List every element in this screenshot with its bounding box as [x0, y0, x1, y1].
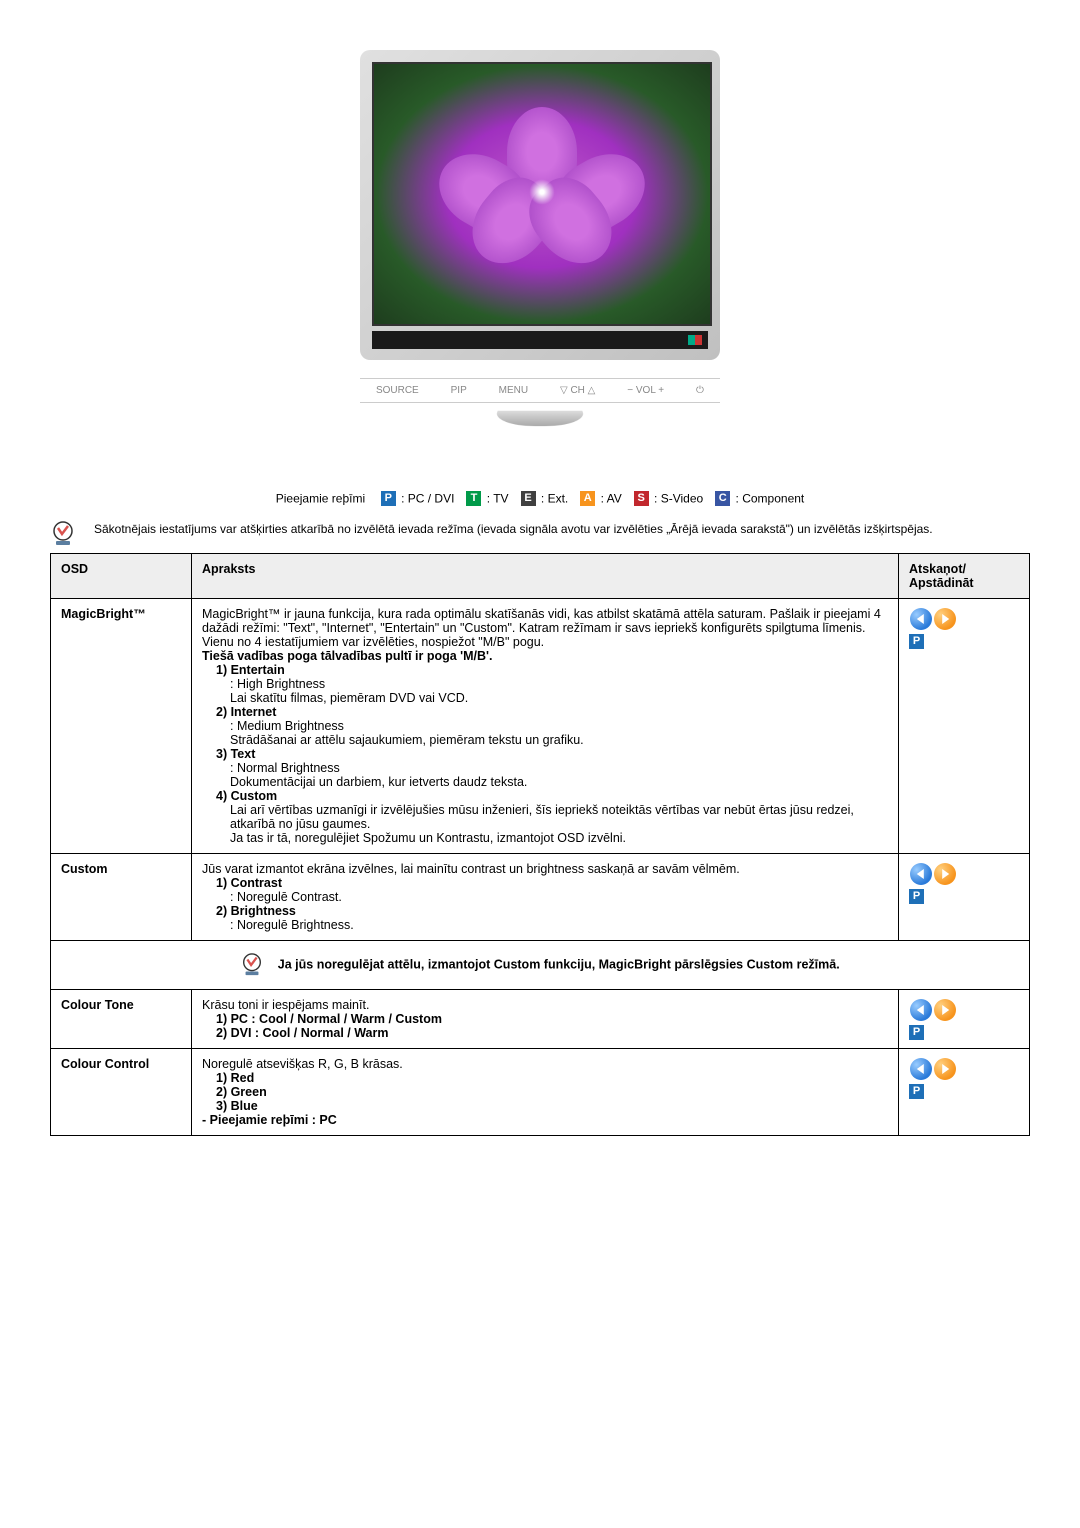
header-action: Atskaņot/ Apstādināt: [899, 554, 1030, 599]
btn-pip: PIP: [451, 385, 467, 396]
mid-note-cell: Ja jūs noregulējat attēlu, izmantojot Cu…: [51, 941, 1030, 990]
btn-source: SOURCE: [376, 385, 419, 396]
top-note-text: Sākotnējais iestatījums var atšķirties a…: [94, 521, 933, 538]
osd-magicbright: MagicBright™: [51, 599, 192, 854]
p-icon: P: [909, 1025, 924, 1040]
arrow-left-icon: [910, 863, 932, 885]
p-icon: P: [909, 1084, 924, 1099]
screen-frame: [360, 50, 720, 360]
monitor-stand: [492, 411, 588, 426]
osd-custom: Custom: [51, 854, 192, 941]
mode-icon-a: A: [580, 491, 595, 506]
mode-icon-c: C: [715, 491, 730, 506]
monitor-illustration: SOURCE PIP MENU ▽ CH △ − VOL + ⏻: [360, 50, 720, 460]
mode-label-e: : Ext.: [538, 492, 569, 506]
osd-colour-control: Colour Control: [51, 1049, 192, 1136]
arrow-right-icon: [934, 1058, 956, 1080]
top-note: Sākotnējais iestatījums var atšķirties a…: [50, 521, 1030, 547]
modes-label: Pieejamie reþīmi: [276, 492, 365, 506]
mid-note-text: Ja jūs noregulējat attēlu, izmantojot Cu…: [278, 957, 840, 971]
header-row: OSD Apraksts Atskaņot/ Apstādināt: [51, 554, 1030, 599]
arrow-left-icon: [910, 608, 932, 630]
flower-graphic: [452, 117, 632, 257]
note-icon: [240, 953, 264, 977]
row-colour-control: Colour Control Noregulē atsevišķas R, G,…: [51, 1049, 1030, 1136]
desc-colour-tone: Krāsu toni ir iespējams mainīt. 1) PC : …: [192, 990, 899, 1049]
mode-icon-p: P: [381, 491, 396, 506]
btn-power: ⏻: [696, 385, 704, 396]
arrow-right-icon: [934, 608, 956, 630]
p-icon: P: [909, 889, 924, 904]
mode-label-a: : AV: [597, 492, 621, 506]
act-colour-control: P: [899, 1049, 1030, 1136]
act-magicbright: P: [899, 599, 1030, 854]
act-colour-tone: P: [899, 990, 1030, 1049]
screen-bottom-bar: [372, 331, 708, 349]
mode-icon-t: T: [466, 491, 481, 506]
mode-icon-s: S: [634, 491, 649, 506]
mode-label-p: : PC / DVI: [398, 492, 455, 506]
osd-colour-tone: Colour Tone: [51, 990, 192, 1049]
btn-menu: MENU: [499, 385, 528, 396]
act-custom: P: [899, 854, 1030, 941]
desc-colour-control: Noregulē atsevišķas R, G, B krāsas. 1) R…: [192, 1049, 899, 1136]
desc-custom: Jūs varat izmantot ekrāna izvēlnes, lai …: [192, 854, 899, 941]
osd-table: OSD Apraksts Atskaņot/ Apstādināt MagicB…: [50, 553, 1030, 1136]
note-icon: [50, 521, 76, 547]
header-desc: Apraksts: [192, 554, 899, 599]
arrow-right-icon: [934, 999, 956, 1021]
arrow-left-icon: [910, 999, 932, 1021]
btn-vol: − VOL +: [627, 385, 664, 396]
btn-ch: ▽ CH △: [560, 385, 595, 396]
row-custom: Custom Jūs varat izmantot ekrāna izvēlne…: [51, 854, 1030, 941]
mode-label-t: : TV: [483, 492, 508, 506]
mode-label-c: : Component: [732, 492, 804, 506]
p-icon: P: [909, 634, 924, 649]
mode-icon-e: E: [521, 491, 536, 506]
monitor-buttons-row: SOURCE PIP MENU ▽ CH △ − VOL + ⏻: [360, 378, 720, 403]
row-colour-tone: Colour Tone Krāsu toni ir iespējams main…: [51, 990, 1030, 1049]
desc-magicbright: MagicBright™ ir jauna funkcija, kura rad…: [192, 599, 899, 854]
available-modes-line: Pieejamie reþīmi P : PC / DVI T : TV E : E…: [50, 490, 1030, 506]
header-osd: OSD: [51, 554, 192, 599]
mode-label-s: : S-Video: [651, 492, 703, 506]
row-magicbright: MagicBright™ MagicBright™ ir jauna funkc…: [51, 599, 1030, 854]
arrow-right-icon: [934, 863, 956, 885]
row-mid-note: Ja jūs noregulējat attēlu, izmantojot Cu…: [51, 941, 1030, 990]
arrow-left-icon: [910, 1058, 932, 1080]
screen-content: [372, 62, 712, 326]
